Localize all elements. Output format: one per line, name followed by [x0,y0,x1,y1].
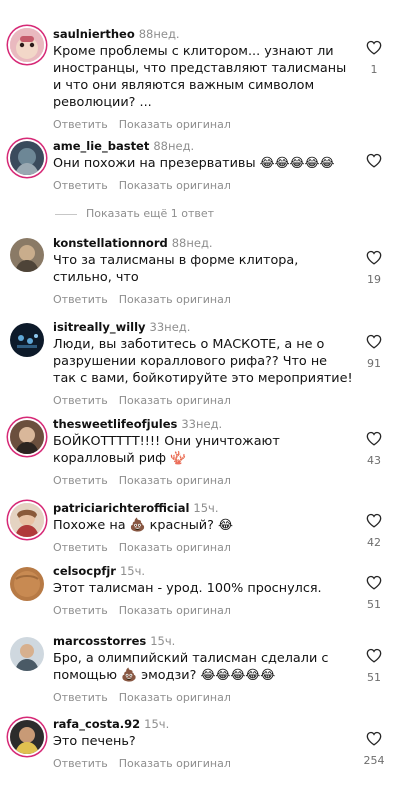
heart-outline-icon[interactable] [366,431,382,446]
comment-time: 88нед. [153,139,195,153]
avatar[interactable] [10,141,44,175]
reply-button[interactable]: Ответить [53,757,108,770]
show-original-button[interactable]: Показать оригинал [119,394,231,407]
comment-text: Что за талисманы в форме клитора, стильн… [53,253,299,285]
reply-button[interactable]: Ответить [53,604,108,617]
reply-button[interactable]: Ответить [53,474,108,487]
avatar[interactable] [10,238,44,272]
comment-text: Это печень? [53,734,136,749]
like-count: 19 [367,273,381,286]
show-original-button[interactable]: Показать оригинал [119,541,231,554]
comment-text: Похоже на 💩 красный? 😂 [53,518,233,533]
comment-username[interactable]: patriciarichterofficial [53,501,189,515]
heart-outline-icon[interactable] [366,153,382,168]
comment-username[interactable]: celsocpfjr [53,564,116,578]
heart-outline-icon[interactable] [366,250,382,265]
comment-username[interactable]: ame_lie_bastet [53,139,149,153]
heart-outline-icon[interactable] [366,731,382,746]
like-count: 51 [367,671,381,684]
comment-text: Люди, вы заботитесь о МАСКОТЕ, а не о ра… [53,337,353,386]
avatar[interactable] [10,420,44,454]
show-more-replies-label: Показать ещё 1 ответ [86,207,215,220]
show-original-button[interactable]: Показать оригинал [119,118,231,131]
show-original-button[interactable]: Показать оригинал [119,293,231,306]
avatar[interactable] [10,720,44,754]
reply-button[interactable]: Ответить [53,394,108,407]
reply-button[interactable]: Ответить [53,179,108,192]
like-count: 43 [367,454,381,467]
comment-time: 33нед. [181,417,223,431]
comment-time: 33нед. [149,320,191,334]
show-original-button[interactable]: Показать оригинал [119,474,231,487]
comment-time: 15ч. [150,634,176,648]
like-count: 254 [363,754,385,767]
avatar[interactable] [10,323,44,357]
like-count: 1 [370,63,378,76]
heart-outline-icon[interactable] [366,334,382,349]
comment-username[interactable]: isitreally_willy [53,320,146,334]
reply-button[interactable]: Ответить [53,118,108,131]
comment-username[interactable]: thesweetlifeofjules [53,417,177,431]
avatar[interactable] [10,28,44,62]
heart-outline-icon[interactable] [366,513,382,528]
comment-time: 15ч. [119,564,146,578]
heart-outline-icon[interactable] [366,575,382,590]
comment-username[interactable]: konstellationnord [53,236,168,250]
avatar[interactable] [10,503,44,537]
heart-outline-icon[interactable] [366,648,382,663]
show-original-button[interactable]: Показать оригинал [119,757,231,770]
avatar[interactable] [10,637,44,671]
reply-button[interactable]: Ответить [53,541,108,554]
comment-text: БОЙКОТТТТТ!!!! Они уничтожают коралловый… [53,434,280,466]
reply-button[interactable]: Ответить [53,691,108,704]
show-original-button[interactable]: Показать оригинал [119,691,231,704]
reply-button[interactable]: Ответить [53,293,108,306]
show-original-button[interactable]: Показать оригинал [119,179,231,192]
comment-text: Этот талисман - урод. 100% проснулся. [53,581,322,596]
like-count: 91 [367,357,381,370]
comment-username[interactable]: rafa_costa.92 [53,717,140,731]
like-count: 51 [367,598,381,611]
comment-username[interactable]: saulniertheo [53,27,135,41]
comment-time: 88нед. [138,27,180,41]
comment-text: Кроме проблемы с клитором... узнают ли и… [53,44,347,110]
like-count: 42 [367,536,381,549]
comment-time: 15ч. [144,717,170,731]
divider [55,213,77,215]
comment-username[interactable]: marcosstorres [53,634,146,648]
comment-time: 88нед. [171,236,213,250]
heart-outline-icon[interactable] [366,40,382,55]
comment-text: Они похожи на презервативы 😂😂😂😂😂 [53,156,335,171]
comment-time: 15ч. [193,501,219,515]
show-more-replies-button[interactable]: Показать ещё 1 ответ [55,207,214,220]
comment-text: Бро, а олимпийский талисман сделали с по… [53,651,329,683]
avatar[interactable] [10,567,44,601]
show-original-button[interactable]: Показать оригинал [119,604,231,617]
